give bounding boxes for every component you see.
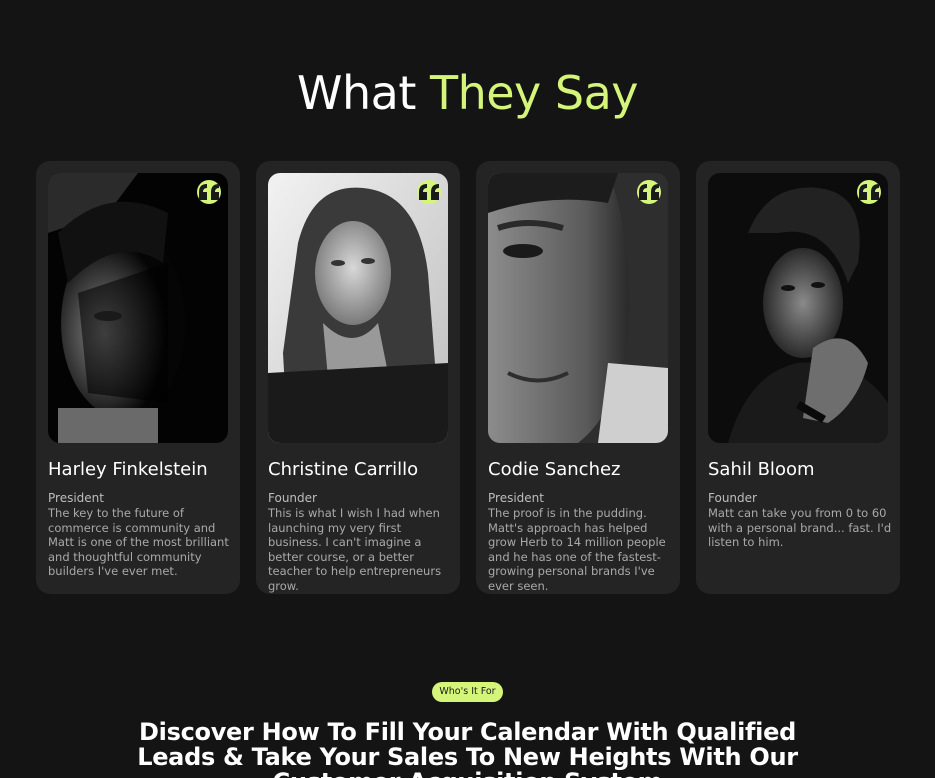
heading-white-text: What (297, 66, 430, 120)
testimonial-name: Christine Carrillo (268, 459, 419, 480)
testimonial-role: Founder (708, 491, 757, 505)
section-heading: What They Say (0, 66, 935, 120)
testimonial-quote: The key to the future of commerce is com… (48, 506, 229, 578)
testimonial-card: Christine Carrillo Founder This is what … (256, 161, 460, 594)
testimonial-card: Harley Finkelstein President The key to … (36, 161, 240, 594)
portrait-photo (708, 173, 888, 443)
quote-badge (637, 180, 661, 204)
quote-icon (859, 184, 879, 200)
portrait-photo (48, 173, 228, 443)
testimonial-name: Codie Sanchez (488, 459, 621, 480)
testimonials-page: What They Say Harley Finkelstein Preside… (0, 0, 935, 778)
quote-icon (419, 184, 439, 200)
whos-it-for-tag: Who's It For (432, 682, 503, 702)
portrait-photo (268, 173, 448, 443)
testimonial-cards: Harley Finkelstein President The key to … (36, 161, 900, 594)
heading-accent-text: They Say (429, 66, 639, 120)
discover-heading: Discover How To Fill Your Calendar With … (137, 718, 798, 778)
testimonial-quote: Matt can take you from 0 to 60 with a pe… (708, 506, 892, 549)
testimonial-name: Sahil Bloom (708, 459, 815, 480)
portrait-photo (488, 173, 668, 443)
quote-icon (199, 184, 219, 200)
testimonial-role: Founder (268, 491, 317, 505)
quote-badge (197, 180, 221, 204)
testimonial-quote: This is what I wish I had when launching… (268, 506, 442, 593)
testimonial-name: Harley Finkelstein (48, 459, 208, 480)
quote-badge (417, 180, 441, 204)
testimonial-card: Sahil Bloom Founder Matt can take you fr… (696, 161, 900, 594)
testimonial-role: President (48, 491, 104, 505)
quote-badge (857, 180, 881, 204)
testimonial-role: President (488, 491, 544, 505)
testimonial-quote: The proof is in the pudding. Matt's appr… (488, 506, 666, 593)
quote-icon (639, 184, 659, 200)
testimonial-card: Codie Sanchez President The proof is in … (476, 161, 680, 594)
